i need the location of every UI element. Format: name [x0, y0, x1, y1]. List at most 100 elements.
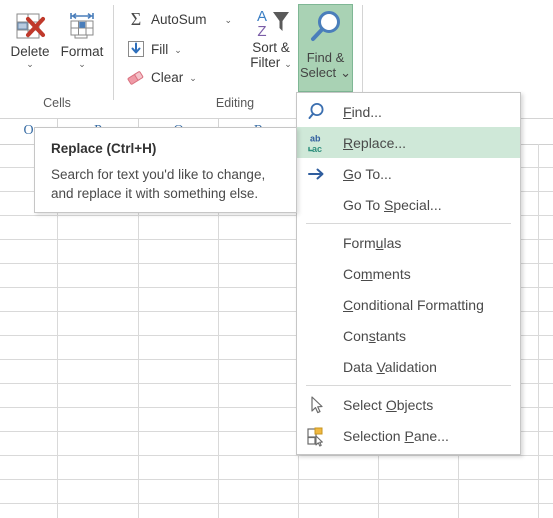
excel-window: O P Q R: [0, 0, 553, 518]
grid-cell[interactable]: [139, 504, 219, 518]
menu-item-replace[interactable]: ab ac Replace...: [297, 127, 520, 158]
grid-cell[interactable]: [219, 288, 299, 311]
tooltip-body-line2: and replace it with something else.: [51, 186, 259, 201]
find-select-caret-icon[interactable]: ⌄: [340, 65, 351, 80]
grid-cell[interactable]: [219, 480, 299, 503]
grid-cell[interactable]: [0, 288, 58, 311]
grid-cell[interactable]: [0, 360, 58, 383]
menu-item-select-objects[interactable]: Select Objects: [297, 389, 520, 420]
grid-cell[interactable]: [58, 480, 139, 503]
menu-item-selection-pane[interactable]: Selection Pane...: [297, 420, 520, 451]
grid-cell[interactable]: [139, 240, 219, 263]
grid-cell[interactable]: [58, 216, 139, 239]
grid-cell[interactable]: [379, 480, 459, 503]
grid-cell[interactable]: [139, 408, 219, 431]
grid-cell[interactable]: [139, 432, 219, 455]
menu-item-formulas[interactable]: Formulas: [297, 227, 520, 258]
grid-cell[interactable]: [0, 432, 58, 455]
delete-cells-button[interactable]: Delete ⌄: [4, 8, 56, 69]
grid-cell[interactable]: [0, 384, 58, 407]
sort-filter-button[interactable]: A Z Sort & Filter ⌄: [243, 6, 299, 70]
grid-cell[interactable]: [379, 504, 459, 518]
find-and-select-menu[interactable]: Find... ab ac Replace... Go To... Go To Speci…: [296, 92, 521, 455]
format-cells-button[interactable]: Format ⌄: [56, 8, 108, 69]
grid-cell[interactable]: [139, 264, 219, 287]
grid-cell[interactable]: [219, 504, 299, 518]
delete-cells-caret-icon[interactable]: ⌄: [4, 59, 56, 69]
sort-filter-label-line2: Filter ⌄: [243, 55, 299, 70]
grid-cell[interactable]: [139, 360, 219, 383]
grid-cell[interactable]: [139, 456, 219, 479]
grid-cell[interactable]: [219, 456, 299, 479]
grid-cell[interactable]: [299, 480, 379, 503]
find-select-button[interactable]: Find & Select ⌄: [298, 4, 353, 92]
fill-down-icon: [126, 39, 146, 59]
grid-cell[interactable]: [299, 456, 379, 479]
grid-cell[interactable]: [219, 432, 299, 455]
grid-cell[interactable]: [459, 456, 539, 479]
grid-cell[interactable]: [219, 264, 299, 287]
grid-cell[interactable]: [379, 456, 459, 479]
grid-cell[interactable]: [219, 384, 299, 407]
format-cells-caret-icon[interactable]: ⌄: [56, 59, 108, 69]
find-select-label-line1: Find &: [306, 50, 345, 65]
sort-filter-caret-icon[interactable]: ⌄: [284, 59, 292, 69]
fill-label: Fill: [151, 41, 169, 57]
grid-cell[interactable]: [58, 264, 139, 287]
grid-cell[interactable]: [0, 456, 58, 479]
menu-separator: [306, 385, 511, 386]
menu-item-label: Conditional Formatting: [343, 296, 484, 313]
clear-caret-icon[interactable]: ⌄: [189, 73, 197, 84]
grid-cell[interactable]: [139, 216, 219, 239]
menu-item-conditional-formatting[interactable]: Conditional Formatting: [297, 289, 520, 320]
grid-cell[interactable]: [299, 504, 379, 518]
grid-cell[interactable]: [139, 312, 219, 335]
grid-cell[interactable]: [0, 408, 58, 431]
grid-cell[interactable]: [0, 240, 58, 263]
grid-cell[interactable]: [139, 384, 219, 407]
menu-item-go-to-special[interactable]: Go To Special...: [297, 189, 520, 220]
table-row[interactable]: [0, 456, 553, 480]
grid-cell[interactable]: [219, 216, 299, 239]
grid-cell[interactable]: [58, 360, 139, 383]
grid-cell[interactable]: [58, 504, 139, 518]
grid-cell[interactable]: [58, 408, 139, 431]
menu-item-data-validation[interactable]: Data Validation: [297, 351, 520, 382]
menu-item-go-to[interactable]: Go To...: [297, 158, 520, 189]
grid-cell[interactable]: [58, 456, 139, 479]
grid-cell[interactable]: [219, 336, 299, 359]
grid-cell[interactable]: [58, 384, 139, 407]
menu-item-icon-none: [304, 193, 330, 217]
grid-cell[interactable]: [459, 504, 539, 518]
autosum-button[interactable]: Σ AutoSum ⌄: [126, 8, 232, 30]
grid-cell[interactable]: [219, 360, 299, 383]
table-row[interactable]: [0, 480, 553, 504]
grid-cell[interactable]: [139, 480, 219, 503]
grid-cell[interactable]: [0, 480, 58, 503]
grid-cell[interactable]: [58, 240, 139, 263]
grid-cell[interactable]: [219, 312, 299, 335]
grid-cell[interactable]: [219, 408, 299, 431]
grid-cell[interactable]: [58, 312, 139, 335]
grid-cell[interactable]: [0, 504, 58, 518]
grid-cell[interactable]: [0, 312, 58, 335]
menu-item-constants[interactable]: Constants: [297, 320, 520, 351]
arrow-right-icon: [304, 162, 330, 186]
grid-cell[interactable]: [459, 480, 539, 503]
autosum-caret-icon[interactable]: ⌄: [225, 15, 233, 26]
clear-button[interactable]: Clear ⌄: [126, 66, 197, 88]
fill-caret-icon[interactable]: ⌄: [174, 45, 182, 56]
menu-item-find[interactable]: Find...: [297, 96, 520, 127]
grid-cell[interactable]: [219, 240, 299, 263]
grid-cell[interactable]: [0, 264, 58, 287]
grid-cell[interactable]: [0, 336, 58, 359]
grid-cell[interactable]: [139, 336, 219, 359]
grid-cell[interactable]: [58, 432, 139, 455]
menu-item-comments[interactable]: Comments: [297, 258, 520, 289]
table-row[interactable]: [0, 504, 553, 518]
grid-cell[interactable]: [139, 288, 219, 311]
grid-cell[interactable]: [0, 216, 58, 239]
grid-cell[interactable]: [58, 288, 139, 311]
fill-button[interactable]: Fill ⌄: [126, 38, 182, 60]
grid-cell[interactable]: [58, 336, 139, 359]
